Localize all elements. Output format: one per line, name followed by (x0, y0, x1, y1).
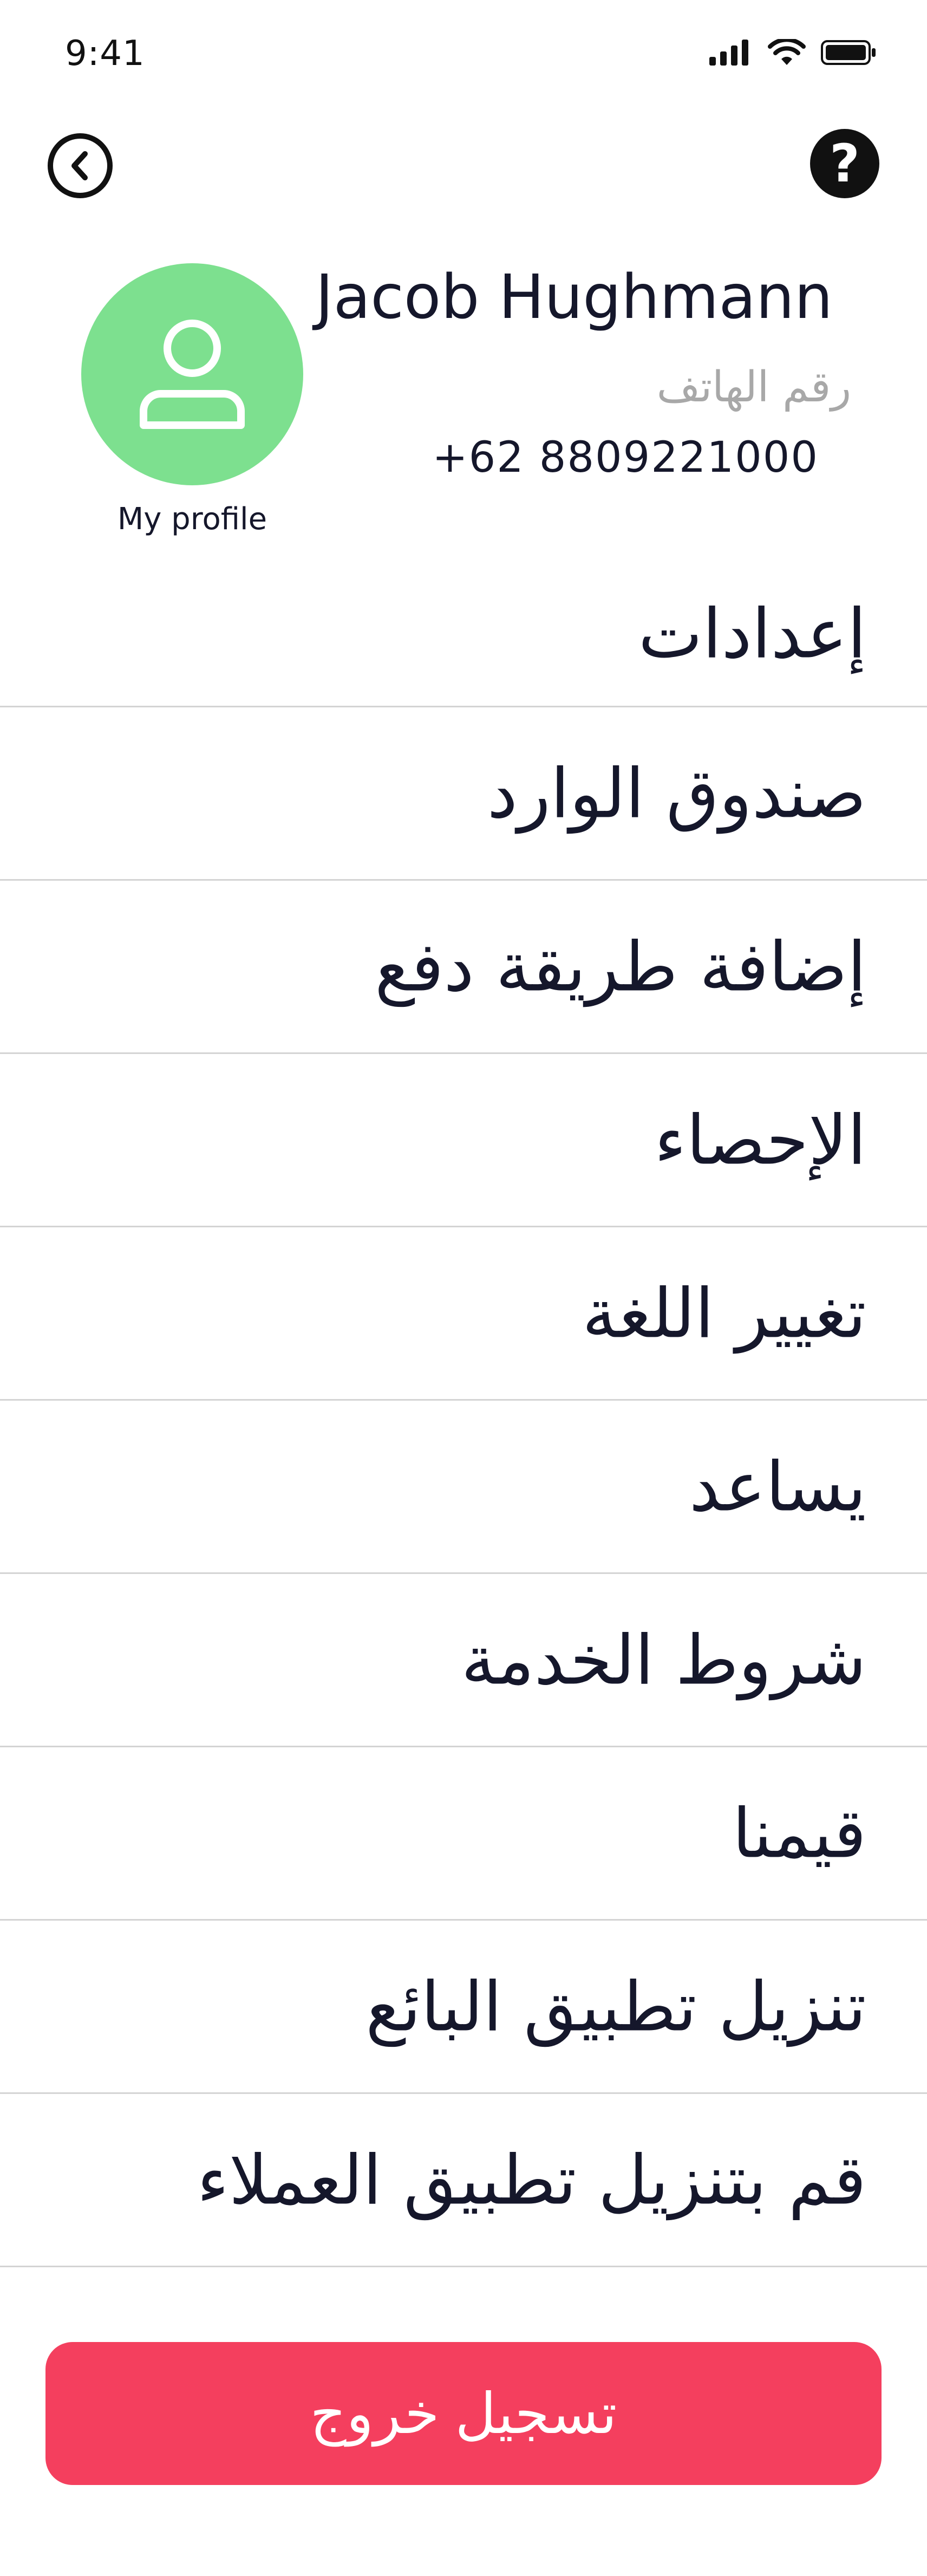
back-button[interactable] (48, 133, 113, 198)
menu-item-download-seller-app[interactable]: تنزيل تطبيق البائع (0, 1921, 927, 2094)
status-icons (709, 39, 877, 66)
menu-item-label: شروط الخدمة (461, 1620, 866, 1700)
top-bar: ? (0, 125, 927, 211)
menu-item-settings[interactable]: إعدادات (0, 561, 927, 707)
status-time: 9:41 (65, 34, 145, 74)
phone-label: رقم الهاتف (656, 363, 851, 412)
logout-button[interactable]: تسجيل خروج (45, 2342, 882, 2485)
phone-number: +62 8809221000 (432, 433, 819, 482)
user-icon (140, 320, 245, 429)
menu-item-label: تغيير اللغة (582, 1273, 866, 1353)
menu-item-statistics[interactable]: الإحصاء (0, 1054, 927, 1227)
my-profile-label[interactable]: My profile (81, 502, 303, 537)
menu-item-help[interactable]: يساعد (0, 1401, 927, 1574)
status-bar: 9:41 (0, 0, 927, 108)
menu-item-terms-of-service[interactable]: شروط الخدمة (0, 1574, 927, 1747)
question-mark-icon: ? (830, 133, 860, 194)
menu-item-label: إعدادات (638, 594, 866, 673)
menu-item-change-language[interactable]: تغيير اللغة (0, 1227, 927, 1401)
menu-item-inbox[interactable]: صندوق الوارد (0, 707, 927, 881)
menu-item-label: يساعد (689, 1447, 866, 1526)
help-button[interactable]: ? (810, 129, 879, 198)
menu-item-rate-us[interactable]: قيمنا (0, 1747, 927, 1921)
menu-item-label: إضافة طريقة دفع (375, 927, 866, 1006)
menu-item-add-payment-method[interactable]: إضافة طريقة دفع (0, 881, 927, 1054)
battery-icon (821, 40, 876, 65)
menu-item-label: قيمنا (732, 1793, 866, 1873)
menu-item-label: تنزيل تطبيق البائع (365, 1967, 866, 2046)
settings-menu: إعدادات صندوق الوارد إضافة طريقة دفع الإ… (0, 561, 927, 2267)
avatar[interactable] (81, 263, 303, 485)
menu-item-label: قم بتنزيل تطبيق العملاء (197, 2140, 866, 2220)
menu-item-label: صندوق الوارد (487, 753, 866, 833)
cellular-signal-icon (709, 40, 748, 66)
wifi-icon (768, 39, 806, 65)
user-name: Jacob Hughmann (315, 262, 833, 333)
menu-item-label: الإحصاء (654, 1100, 866, 1180)
chevron-left-icon (71, 151, 88, 180)
menu-item-download-customer-app[interactable]: قم بتنزيل تطبيق العملاء (0, 2094, 927, 2267)
